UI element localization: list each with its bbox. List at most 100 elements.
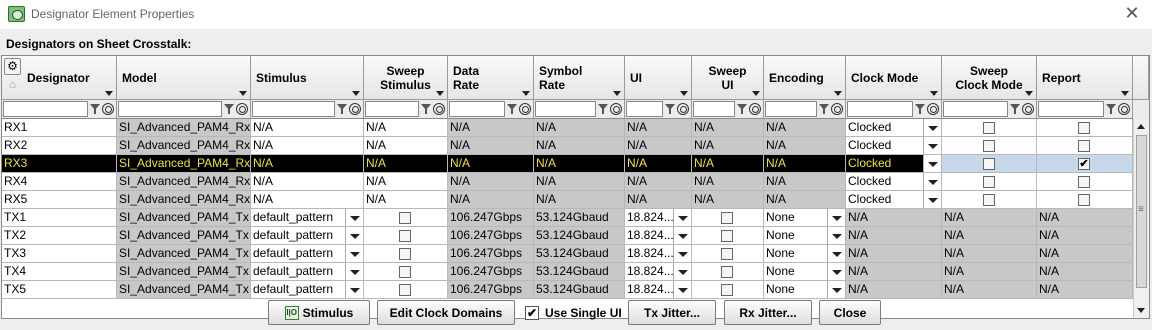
cell-data-rate[interactable]: N/A xyxy=(448,173,534,191)
tx-jitter-button[interactable]: Tx Jitter... xyxy=(628,300,716,325)
cell-symbol-rate[interactable]: N/A xyxy=(534,155,625,173)
gear-icon[interactable]: ⚙ xyxy=(4,58,21,75)
cell-sweep-stimulus[interactable]: N/A xyxy=(364,191,448,209)
sort-arrow-icon[interactable] xyxy=(834,91,842,96)
edit-clock-domains-button[interactable]: Edit Clock Domains xyxy=(377,300,515,325)
filter-funnel-icon[interactable] xyxy=(1009,103,1021,115)
cell-sweep-clock[interactable]: N/A xyxy=(942,227,1037,245)
cell-encoding[interactable]: None xyxy=(764,281,846,299)
cell-model[interactable]: SI_Advanced_PAM4_Tx xyxy=(117,263,251,281)
chevron-down-icon[interactable] xyxy=(673,227,691,244)
cell-model[interactable]: SI_Advanced_PAM4_Rx xyxy=(117,191,251,209)
cell-encoding[interactable]: None xyxy=(764,227,846,245)
cell-ui[interactable]: 18.824... xyxy=(625,245,692,263)
cell-model[interactable]: SI_Advanced_PAM4_Rx xyxy=(117,155,251,173)
vertical-scrollbar[interactable] xyxy=(1133,119,1149,318)
cell-report[interactable]: N/A xyxy=(1037,245,1133,263)
cell-encoding[interactable]: N/A xyxy=(764,137,846,155)
cell-designator[interactable]: RX2 xyxy=(2,137,117,155)
checkbox-icon[interactable] xyxy=(1078,176,1090,188)
cell-sweep-stimulus[interactable]: N/A xyxy=(364,173,448,191)
filter-input[interactable] xyxy=(765,101,817,117)
cell-clock-mode[interactable]: N/A xyxy=(846,209,942,227)
cell-ui[interactable]: 18.824... xyxy=(625,209,692,227)
cell-sweep-clock[interactable] xyxy=(942,155,1037,173)
cell-report[interactable]: N/A xyxy=(1037,227,1133,245)
cell-sweep-clock[interactable]: N/A xyxy=(942,245,1037,263)
sort-arrow-icon[interactable] xyxy=(1121,91,1129,96)
cell-sweep-clock[interactable]: N/A xyxy=(942,281,1037,299)
filter-input[interactable] xyxy=(847,101,913,117)
sort-arrow-icon[interactable] xyxy=(930,91,938,96)
checkbox-icon[interactable] xyxy=(1078,122,1090,134)
chevron-down-icon[interactable] xyxy=(827,245,845,262)
cell-sweep-stimulus[interactable]: N/A xyxy=(364,155,448,173)
filter-funnel-icon[interactable] xyxy=(818,103,830,115)
chevron-down-icon[interactable] xyxy=(827,227,845,244)
cell-sweep-ui[interactable] xyxy=(692,227,764,245)
checkbox-icon[interactable]: ✔ xyxy=(525,306,539,320)
sort-arrow-icon[interactable] xyxy=(522,91,530,96)
column-header-ui[interactable]: UI xyxy=(625,56,692,100)
table-row[interactable]: RX2 SI_Advanced_PAM4_Rx N/A N/A N/A N/A N/A N/A… xyxy=(2,137,1133,155)
cell-model[interactable]: SI_Advanced_PAM4_Tx xyxy=(117,281,251,299)
cell-stimulus[interactable]: default_pattern xyxy=(251,245,364,263)
column-header-sweep-ui[interactable]: Sweep UI xyxy=(692,56,764,100)
checkbox-icon[interactable] xyxy=(399,284,411,296)
cell-symbol-rate[interactable]: 53.124Gbaud xyxy=(534,263,625,281)
cell-ui[interactable]: N/A xyxy=(625,155,692,173)
filter-clear-icon[interactable] xyxy=(102,103,114,115)
cell-report[interactable] xyxy=(1037,137,1133,155)
cell-symbol-rate[interactable]: N/A xyxy=(534,119,625,137)
chevron-down-icon[interactable] xyxy=(923,173,941,190)
filter-clear-icon[interactable] xyxy=(519,103,531,115)
filter-input[interactable] xyxy=(1038,101,1104,117)
checkbox-icon[interactable] xyxy=(399,248,411,260)
cell-symbol-rate[interactable]: 53.124Gbaud xyxy=(534,209,625,227)
cell-sweep-stimulus[interactable] xyxy=(364,227,448,245)
cell-report[interactable]: N/A xyxy=(1037,209,1133,227)
cell-ui[interactable]: 18.824... xyxy=(625,227,692,245)
cell-data-rate[interactable]: 106.247Gbps xyxy=(448,263,534,281)
cell-encoding[interactable]: N/A xyxy=(764,155,846,173)
cell-model[interactable]: SI_Advanced_PAM4_Tx xyxy=(117,209,251,227)
checkbox-checked-icon[interactable]: ✔ xyxy=(1078,158,1090,170)
filter-clear-icon[interactable] xyxy=(1118,103,1130,115)
cell-ui[interactable]: N/A xyxy=(625,119,692,137)
cell-model[interactable]: SI_Advanced_PAM4_Rx xyxy=(117,173,251,191)
chevron-down-icon[interactable] xyxy=(923,155,941,172)
cell-data-rate[interactable]: N/A xyxy=(448,119,534,137)
cell-encoding[interactable]: None xyxy=(764,245,846,263)
cell-ui[interactable]: 18.824... xyxy=(625,263,692,281)
filter-funnel-icon[interactable] xyxy=(223,103,235,115)
filter-input[interactable] xyxy=(693,101,735,117)
cell-symbol-rate[interactable]: 53.124Gbaud xyxy=(534,227,625,245)
filter-clear-icon[interactable] xyxy=(236,103,248,115)
table-row[interactable]: TX1 SI_Advanced_PAM4_Tx default_pattern 106… xyxy=(2,209,1133,227)
cell-designator[interactable]: RX3 xyxy=(2,155,117,173)
checkbox-icon[interactable] xyxy=(983,194,995,206)
cell-report[interactable]: ✔ xyxy=(1037,155,1133,173)
checkbox-icon[interactable] xyxy=(1078,140,1090,152)
filter-funnel-icon[interactable] xyxy=(914,103,926,115)
filter-input[interactable] xyxy=(535,101,596,117)
filter-funnel-icon[interactable] xyxy=(597,103,609,115)
cell-report[interactable]: N/A xyxy=(1037,281,1133,299)
chevron-down-icon[interactable] xyxy=(827,281,845,298)
checkbox-icon[interactable] xyxy=(721,230,733,242)
checkbox-icon[interactable] xyxy=(721,284,733,296)
chevron-down-icon[interactable] xyxy=(673,263,691,280)
cell-report[interactable]: N/A xyxy=(1037,263,1133,281)
filter-input[interactable] xyxy=(626,101,663,117)
cell-data-rate[interactable]: 106.247Gbps xyxy=(448,209,534,227)
cell-clock-mode[interactable]: N/A xyxy=(846,263,942,281)
filter-clear-icon[interactable] xyxy=(677,103,689,115)
column-header-encoding[interactable]: Encoding xyxy=(764,56,846,100)
sort-arrow-icon[interactable] xyxy=(436,91,444,96)
close-button[interactable]: Close xyxy=(819,300,881,325)
checkbox-icon[interactable] xyxy=(983,122,995,134)
cell-ui[interactable]: 18.824... xyxy=(625,281,692,299)
cell-designator[interactable]: TX3 xyxy=(2,245,117,263)
cell-encoding[interactable]: N/A xyxy=(764,191,846,209)
table-row[interactable]: TX5 SI_Advanced_PAM4_Tx default_pattern 106… xyxy=(2,281,1133,299)
